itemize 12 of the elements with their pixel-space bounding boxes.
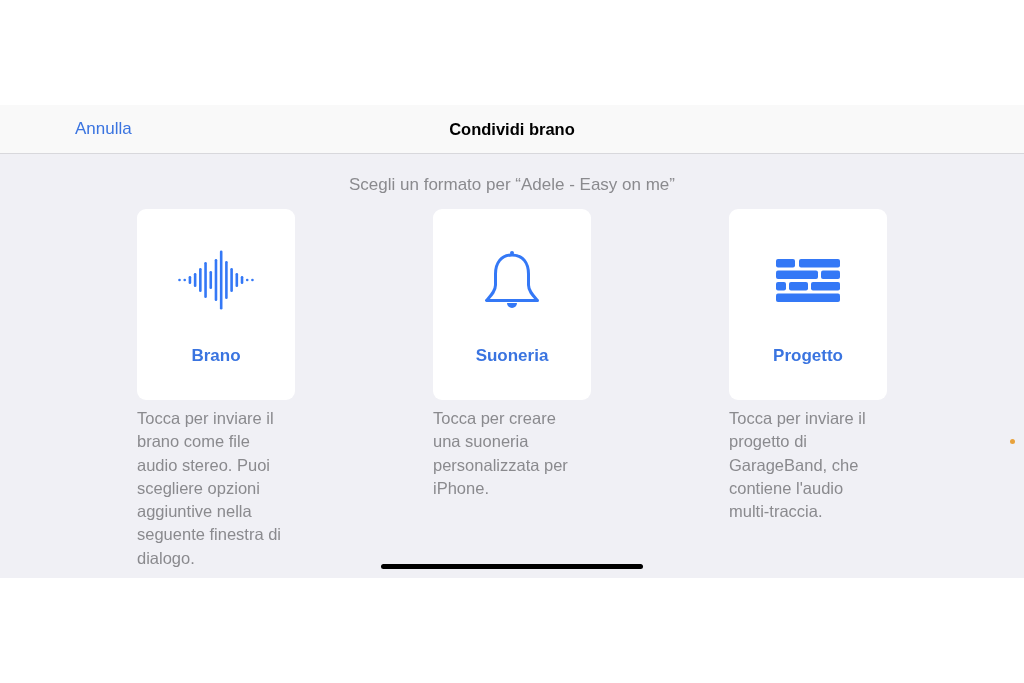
format-card[interactable]: Suoneria bbox=[433, 209, 591, 400]
nav-title: Condividi brano bbox=[449, 119, 575, 140]
format-description: Tocca per inviare il progetto di GarageBand, che contiene l'audio multi-traccia. bbox=[729, 408, 866, 523]
format-card[interactable]: Brano bbox=[137, 209, 295, 400]
bell-icon bbox=[483, 250, 541, 310]
format-prompt: Scegli un formato per “Adele - Easy on me” bbox=[349, 175, 675, 195]
format-description: Tocca per creare una suoneria personalizzata per iPhone. bbox=[433, 408, 568, 499]
cancel-button[interactable]: Annulla bbox=[75, 118, 132, 140]
bricks-icon bbox=[776, 258, 840, 302]
format-description: Tocca per inviare il brano come file audio stereo. Puoi scegliere opzioni aggiuntive nella seguente finestra di dialogo. bbox=[137, 408, 281, 569]
format-card[interactable]: Progetto bbox=[729, 209, 887, 400]
waveform-icon bbox=[178, 250, 254, 310]
